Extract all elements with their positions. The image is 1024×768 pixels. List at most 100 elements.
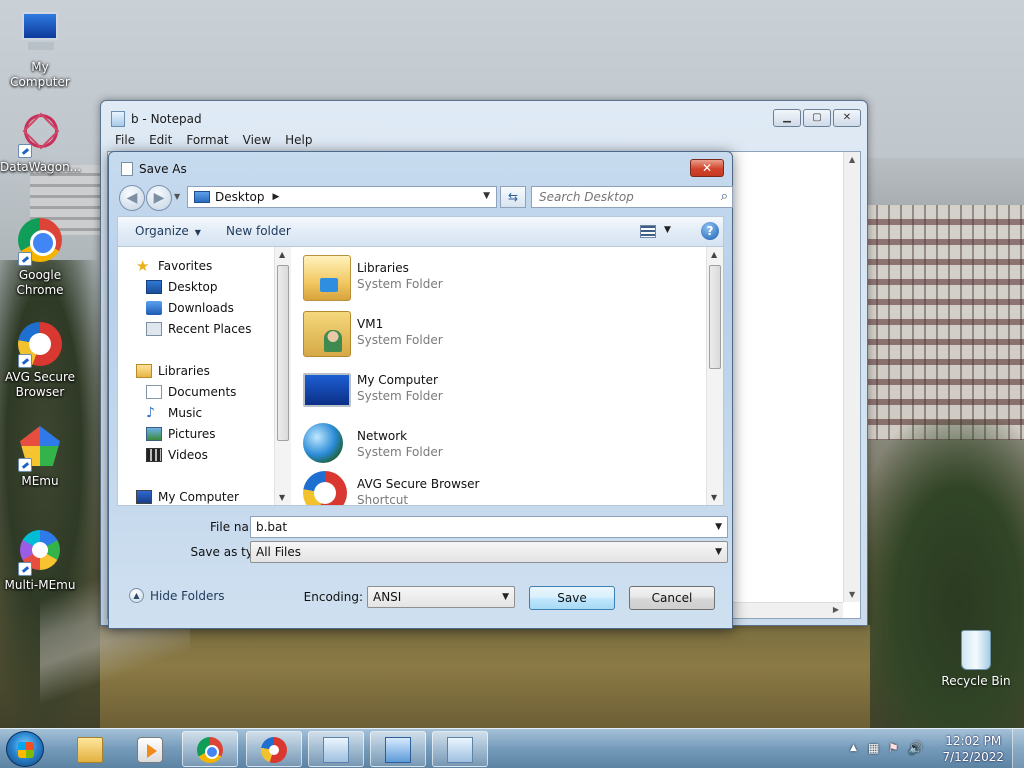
taskbar-clock[interactable]: 12:02 PM 7/12/2022 [942, 733, 1004, 765]
documents-icon [146, 385, 162, 399]
desktop-icon-my-computer[interactable]: My Computer [0, 10, 80, 90]
list-item[interactable]: VM1 System Folder [303, 309, 683, 361]
scroll-up-arrow-icon[interactable]: ▲ [711, 250, 717, 259]
menu-view[interactable]: View [243, 133, 271, 147]
menu-bar: File Edit Format View Help [107, 130, 861, 150]
list-item[interactable]: My Computer System Folder [303, 365, 683, 417]
desktop-icon-label: DataWagon... [0, 160, 82, 174]
nav-label: My Computer [158, 490, 239, 504]
menu-file[interactable]: File [115, 133, 135, 147]
view-options-dropdown-icon[interactable]: ▼ [664, 225, 671, 235]
background-ground [100, 625, 870, 730]
vertical-scrollbar[interactable]: ▲ ▼ [843, 152, 860, 602]
cancel-button[interactable]: Cancel [629, 586, 715, 610]
menu-format[interactable]: Format [186, 133, 228, 147]
breadcrumb-chevron-icon[interactable]: ▶ [273, 192, 280, 202]
taskbar-chrome[interactable] [182, 731, 238, 767]
address-dropdown-icon[interactable]: ▼ [483, 191, 490, 201]
search-box[interactable]: ⌕ [531, 186, 733, 208]
help-icon[interactable]: ? [701, 222, 719, 240]
taskbar-control-panel[interactable] [370, 731, 426, 767]
close-button[interactable]: ✕ [833, 109, 861, 127]
nav-my-computer[interactable]: My Computer [136, 488, 239, 506]
desktop-icon-label: Recycle Bin [941, 674, 1011, 688]
action-center-icon[interactable]: ⚑ [888, 741, 899, 755]
navigation-pane-scrollbar[interactable]: ▲ ▼ [274, 247, 291, 505]
change-view-icon[interactable] [640, 225, 656, 238]
nav-label: Documents [168, 385, 237, 399]
minimize-button[interactable]: ▁ [773, 109, 801, 127]
nav-documents[interactable]: Documents [146, 383, 236, 401]
network-status-icon[interactable]: ▦ [868, 741, 879, 755]
taskbar-notepad[interactable] [432, 731, 488, 767]
recent-locations-dropdown-icon[interactable]: ▼ [174, 192, 180, 201]
list-item[interactable]: Libraries System Folder [303, 253, 683, 305]
maximize-button[interactable]: ▢ [803, 109, 831, 127]
taskbar-media-player[interactable] [122, 731, 178, 767]
nav-libraries[interactable]: Libraries [136, 362, 210, 380]
volume-icon[interactable]: 🔊 [908, 741, 923, 755]
new-folder-button[interactable]: New folder [226, 224, 291, 238]
nav-videos[interactable]: Videos [146, 446, 208, 464]
taskbar-notepad-unsaved[interactable] [308, 731, 364, 767]
encoding-dropdown-icon[interactable]: ▼ [502, 587, 509, 607]
save-as-type-select[interactable]: All Files ▼ [250, 541, 728, 563]
encoding-select[interactable]: ANSI ▼ [367, 586, 515, 608]
background-building-far [866, 158, 1024, 208]
search-input[interactable] [532, 187, 702, 207]
nav-downloads[interactable]: Downloads [146, 299, 234, 317]
desktop-icon-datawagon[interactable]: DataWagon... [0, 109, 82, 175]
save-as-type-dropdown-icon[interactable]: ▼ [715, 542, 722, 562]
forward-button[interactable]: ▶ [146, 185, 172, 211]
hide-folders-button[interactable]: ▲ Hide Folders [129, 588, 225, 603]
save-button[interactable]: Save [529, 586, 615, 610]
computer-icon [303, 373, 351, 407]
dialog-close-button[interactable]: ✕ [690, 159, 724, 177]
menu-edit[interactable]: Edit [149, 133, 172, 147]
show-desktop-button[interactable] [1012, 729, 1024, 768]
menu-help[interactable]: Help [285, 133, 312, 147]
nav-desktop[interactable]: Desktop [146, 278, 218, 296]
desktop-icon [146, 280, 162, 294]
desktop-icon-google-chrome[interactable]: Google Chrome [0, 216, 80, 298]
file-type: System Folder [357, 445, 443, 459]
nav-music[interactable]: ♪ Music [146, 404, 202, 422]
scroll-down-arrow-icon[interactable]: ▼ [279, 493, 285, 502]
desktop-icon-recycle-bin[interactable]: Recycle Bin [940, 630, 1012, 688]
refresh-button[interactable]: ⇆ [500, 186, 526, 208]
back-button[interactable]: ◀ [119, 185, 145, 211]
show-hidden-icons-icon[interactable]: ▲ [850, 743, 857, 753]
search-icon[interactable]: ⌕ [721, 189, 728, 204]
scroll-up-arrow-icon[interactable]: ▲ [279, 250, 285, 259]
scrollbar-thumb[interactable] [709, 265, 721, 369]
scrollbar-thumb[interactable] [277, 265, 289, 441]
scroll-up-arrow-icon[interactable]: ▲ [849, 155, 855, 164]
notepad-icon [111, 111, 125, 127]
desktop-icon-multi-memu[interactable]: Multi-MEmu [0, 528, 80, 593]
list-item[interactable]: Network System Folder [303, 421, 683, 473]
file-name-dropdown-icon[interactable]: ▼ [715, 517, 722, 537]
desktop-icon-memu[interactable]: MEmu [0, 424, 80, 489]
nav-pictures[interactable]: Pictures [146, 425, 216, 443]
nav-favorites[interactable]: ★ Favorites [136, 257, 212, 275]
desktop-icon-label: AVG Secure Browser [4, 370, 76, 399]
file-name-input[interactable]: b.bat ▼ [250, 516, 728, 538]
desktop-icon-avg-secure-browser[interactable]: AVG Secure Browser [0, 320, 80, 400]
address-bar[interactable]: Desktop ▶ ▼ [187, 186, 497, 208]
nav-recent-places[interactable]: Recent Places [146, 320, 251, 338]
file-list-scrollbar[interactable]: ▲ ▼ [706, 247, 723, 505]
organize-button[interactable]: Organize ▼ [135, 224, 201, 238]
chrome-icon [16, 218, 64, 266]
start-button[interactable] [6, 731, 44, 767]
scroll-down-arrow-icon[interactable]: ▼ [711, 493, 717, 502]
background-building [866, 205, 1024, 440]
taskbar-avg-browser[interactable] [246, 731, 302, 767]
breadcrumb-desktop[interactable]: Desktop [215, 190, 265, 204]
taskbar-explorer[interactable] [62, 731, 118, 767]
save-as-dialog: Save As ✕ ◀ ▶ ▼ Desktop ▶ ▼ ⇆ ⌕ Organize… [108, 151, 733, 629]
list-item[interactable]: AVG Secure Browser Shortcut [303, 469, 683, 505]
window-title: b - Notepad [131, 112, 202, 126]
scroll-right-arrow-icon[interactable]: ▶ [833, 605, 839, 614]
downloads-icon [146, 301, 162, 315]
scroll-down-arrow-icon[interactable]: ▼ [849, 590, 855, 599]
